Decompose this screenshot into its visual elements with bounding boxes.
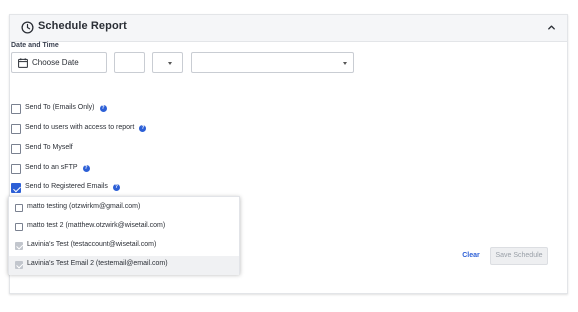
help-icon[interactable]: ? — [112, 184, 120, 191]
caret-down-icon — [168, 62, 172, 65]
dropdown-option-label: matto testing (otzwirkm@gmail.com) — [27, 203, 141, 210]
dropdown-option-checkbox[interactable] — [15, 242, 23, 250]
save-schedule-button[interactable]: Save Schedule — [490, 247, 548, 265]
clear-button[interactable]: Clear — [461, 249, 481, 263]
dropdown-option-checkbox[interactable] — [15, 204, 23, 212]
caret-down-icon — [343, 62, 347, 65]
option-label: Send to Registered Emails? — [25, 183, 120, 191]
dropdown-option-label: Lavinia's Test (testaccount@wisetail.com… — [27, 241, 157, 248]
clock-icon — [21, 21, 34, 34]
registered-emails-dropdown: matto testing (otzwirkm@gmail.com) matto… — [8, 196, 240, 275]
dropdown-option-checkbox[interactable] — [15, 261, 23, 269]
send-to-registered-emails-checkbox[interactable] — [11, 183, 21, 193]
timezone-select[interactable] — [191, 52, 354, 73]
help-icon[interactable]: ? — [139, 125, 147, 132]
date-time-label: Date and Time — [11, 42, 59, 49]
hour-input[interactable] — [114, 52, 145, 73]
dropdown-option[interactable]: Lavinia's Test Email 2 (testemail@email.… — [9, 256, 239, 275]
chevron-up-icon[interactable] — [546, 22, 557, 33]
option-label: Send To (Emails Only)? — [25, 104, 107, 112]
dropdown-option[interactable]: matto test 2 (matthew.otzwirk@wisetail.c… — [9, 218, 239, 237]
send-to-sftp-checkbox[interactable] — [11, 164, 21, 174]
send-to-emails-only-checkbox[interactable] — [11, 104, 21, 114]
dropdown-option-checkbox[interactable] — [15, 223, 23, 231]
send-to-myself-checkbox[interactable] — [11, 144, 21, 154]
dropdown-option-label: Lavinia's Test Email 2 (testemail@email.… — [27, 260, 168, 267]
send-to-users-with-access-checkbox[interactable] — [11, 124, 21, 134]
ampm-select[interactable] — [152, 52, 183, 73]
choose-date-button[interactable]: Choose Date — [11, 52, 107, 73]
help-icon[interactable]: ? — [82, 165, 90, 172]
dropdown-option-label: matto test 2 (matthew.otzwirk@wisetail.c… — [27, 222, 166, 229]
dropdown-option[interactable]: matto testing (otzwirkm@gmail.com) — [9, 199, 239, 218]
dropdown-option[interactable]: Lavinia's Test (testaccount@wisetail.com… — [9, 237, 239, 256]
option-label: Send To Myself — [25, 144, 73, 151]
panel-title: Schedule Report — [38, 20, 127, 32]
calendar-icon — [18, 58, 28, 68]
panel-header[interactable]: Schedule Report — [10, 15, 567, 42]
option-label: Send to users with access to report? — [25, 124, 147, 132]
choose-date-label: Choose Date — [32, 58, 79, 67]
help-icon[interactable]: ? — [99, 105, 107, 112]
option-label: Send to an sFTP? — [25, 164, 90, 172]
